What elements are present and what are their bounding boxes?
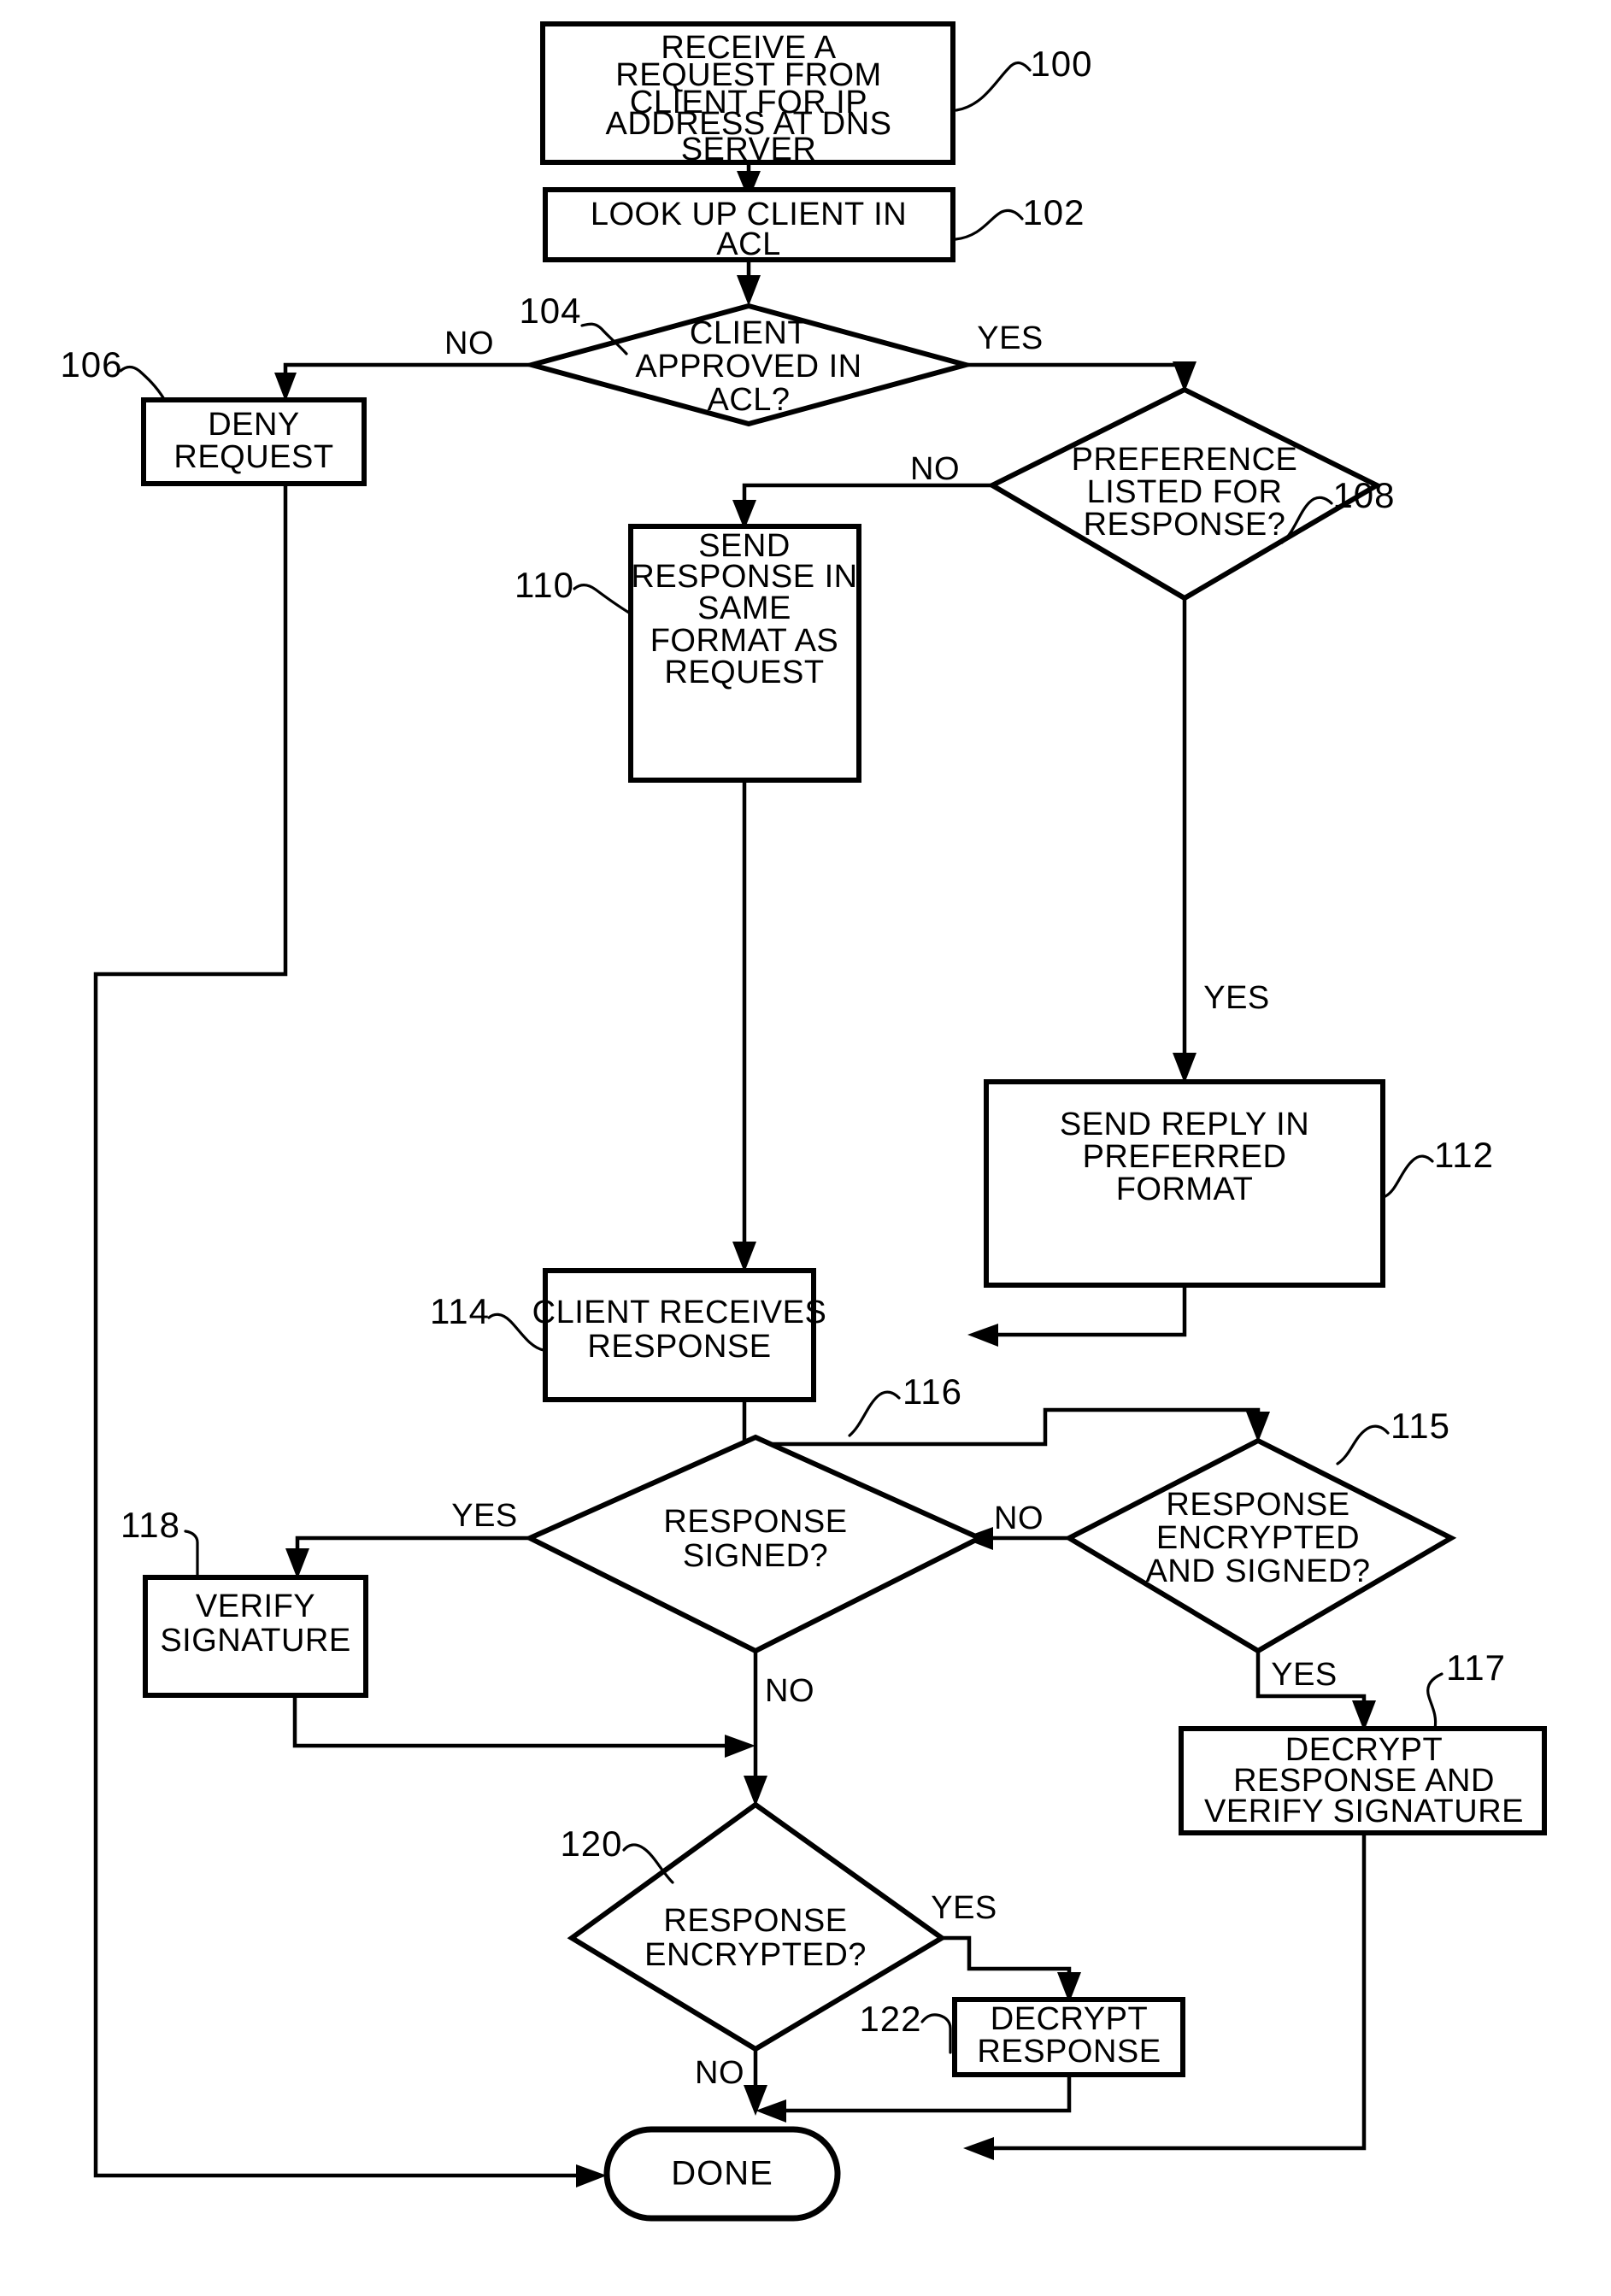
branch-label-104-no: NO <box>444 326 494 361</box>
edge-108-no-to-110 <box>742 483 993 513</box>
node-118-line-0: VERIFY <box>196 1588 315 1624</box>
branch-label-120-no: NO <box>695 2055 744 2091</box>
arrowhead-114-to-115 <box>1246 1412 1270 1442</box>
leader-110 <box>573 584 631 614</box>
node-120-line-1: ENCRYPTED? <box>644 1937 867 1973</box>
leader-102 <box>954 208 1024 241</box>
branch-label-115-no: NO <box>994 1500 1044 1536</box>
edge-116-yes-to-118 <box>295 1536 530 1561</box>
node-110-line-2: SAME <box>697 590 791 626</box>
arrowhead-102-to-104 <box>737 275 761 306</box>
leader-106 <box>119 365 166 401</box>
ref-numeral-100: 100 <box>1030 44 1092 84</box>
branch-label-116-yes: YES <box>451 1498 518 1534</box>
edge-122-to-done <box>773 2075 1072 2113</box>
edge-104-yes-to-108 <box>965 362 1187 373</box>
ref-numeral-112: 112 <box>1434 1135 1494 1175</box>
ref-numeral-116: 116 <box>903 1371 962 1412</box>
ref-numeral-115: 115 <box>1391 1406 1450 1446</box>
node-115-line-1: ENCRYPTED <box>1156 1520 1360 1556</box>
arrowhead-110-to-114 <box>732 1242 756 1272</box>
edge-104-no-to-106 <box>283 362 532 386</box>
node-120-line-0: RESPONSE <box>663 1903 847 1939</box>
ref-numeral-106: 106 <box>60 344 122 385</box>
node-115-line-2: AND SIGNED? <box>1145 1553 1370 1589</box>
leader-116 <box>848 1390 901 1437</box>
node-117-line-2: VERIFY SIGNATURE <box>1204 1794 1524 1829</box>
node-116-line-1: SIGNED? <box>683 1538 828 1574</box>
node-104-line-2: ACL? <box>707 382 790 418</box>
edge-120-yes-to-122 <box>942 1935 1072 1984</box>
branch-label-104-yes: YES <box>977 320 1044 356</box>
flowchart-canvas: RECEIVE A REQUEST FROM CLIENT FOR IP ADD… <box>60 21 1547 2222</box>
arrowhead-106-to-done <box>576 2164 607 2187</box>
node-114-line-0: CLIENT RECEIVES <box>532 1295 827 1330</box>
node-108-line-1: LISTED FOR <box>1087 474 1283 510</box>
node-110-line-3: FORMAT AS <box>650 623 839 659</box>
leader-118 <box>184 1530 199 1578</box>
node-115-line-0: RESPONSE <box>1166 1487 1349 1523</box>
node-108-line-2: RESPONSE? <box>1084 507 1286 543</box>
node-112-line-0: SEND REPLY IN <box>1060 1107 1309 1142</box>
node-104-line-1: APPROVED IN <box>635 349 861 385</box>
ref-numeral-104: 104 <box>519 291 581 331</box>
node-122-line-0: DECRYPT <box>991 2001 1148 2037</box>
branch-label-108-no: NO <box>910 451 960 487</box>
arrowhead-112-to-114 <box>967 1324 998 1347</box>
node-100-line-4: SERVER <box>681 132 817 167</box>
arrowhead-108-yes-to-112 <box>1173 1053 1196 1083</box>
node-122-line-1: RESPONSE <box>977 2034 1161 2070</box>
arrowhead-116-yes-to-118 <box>285 1548 309 1579</box>
edge-117-to-done <box>980 1833 1367 2151</box>
node-104-line-0: CLIENT <box>690 315 808 351</box>
arrowhead-104-no-to-106 <box>274 373 297 402</box>
node-110-line-4: REQUEST <box>664 655 824 690</box>
leader-115 <box>1336 1424 1390 1465</box>
ref-numeral-118: 118 <box>121 1505 180 1545</box>
branch-label-115-yes: YES <box>1271 1657 1338 1693</box>
edge-118-to-120 <box>292 1695 738 1748</box>
node-112-line-1: PREFERRED <box>1083 1139 1287 1175</box>
node-114-line-1: RESPONSE <box>587 1329 771 1365</box>
ref-numeral-114: 114 <box>430 1291 490 1331</box>
ref-numeral-117: 117 <box>1446 1647 1506 1688</box>
ref-numeral-102: 102 <box>1022 192 1085 232</box>
node-110-line-1: RESPONSE IN <box>631 559 857 595</box>
patent-flowchart-figure: RECEIVE A REQUEST FROM CLIENT FOR IP ADD… <box>0 0 1611 2296</box>
edge-112-to-114 <box>985 1285 1187 1337</box>
ref-numeral-122: 122 <box>859 1999 921 2039</box>
branch-label-108-yes: YES <box>1203 980 1270 1016</box>
arrowhead-118-to-120 <box>725 1735 756 1758</box>
leader-100 <box>955 61 1032 112</box>
node-116-line-0: RESPONSE <box>663 1504 847 1540</box>
leader-122 <box>920 2013 952 2054</box>
node-112-line-2: FORMAT <box>1116 1171 1254 1207</box>
edge-114-to-115 <box>742 1400 1261 1447</box>
leader-117 <box>1426 1672 1443 1730</box>
branch-label-116-no: NO <box>765 1673 814 1709</box>
node-108-line-0: PREFERENCE <box>1072 442 1298 478</box>
ref-numeral-108: 108 <box>1332 475 1395 515</box>
node-106-line-1: REQUEST <box>173 439 333 475</box>
arrowhead-117-to-done <box>963 2137 994 2160</box>
ref-numeral-110: 110 <box>514 565 574 605</box>
branch-label-120-yes: YES <box>931 1890 997 1926</box>
ref-numeral-120: 120 <box>560 1823 622 1864</box>
node-done-label: DONE <box>671 2155 773 2193</box>
node-102-line-1: ACL <box>716 226 780 262</box>
node-118-line-1: SIGNATURE <box>160 1623 350 1659</box>
node-106-line-0: DENY <box>208 407 300 443</box>
leader-112 <box>1384 1154 1434 1198</box>
